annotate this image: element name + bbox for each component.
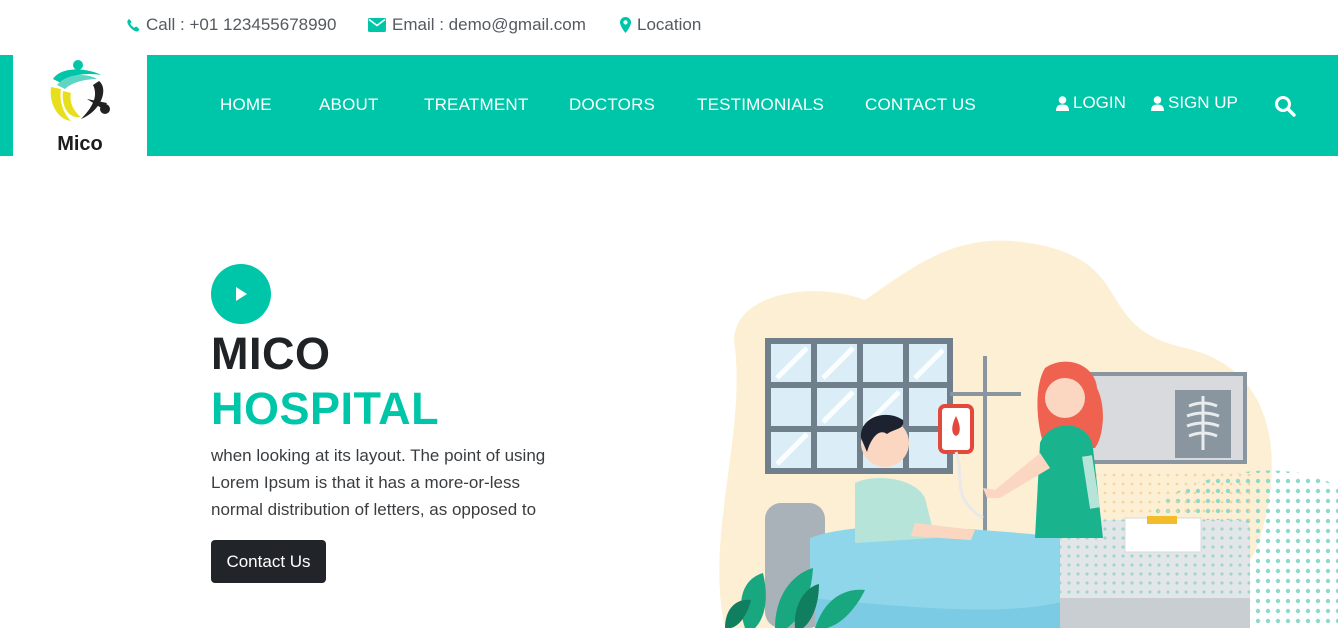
hero-description: when looking at its layout. The point of… <box>211 442 581 523</box>
user-icon <box>1151 95 1164 111</box>
hero-text-line: Lorem Ipsum is that it has a more-or-les… <box>211 473 520 492</box>
nav-item-treatment[interactable]: TREATMENT <box>424 95 528 115</box>
user-icon <box>1056 95 1069 111</box>
envelope-icon <box>368 18 386 32</box>
brand-name: Mico <box>57 133 103 155</box>
nav-item-contact-us[interactable]: CONTACT US <box>865 95 976 115</box>
hospital-illustration <box>719 240 1338 628</box>
hero-text-line: normal distribution of letters, as oppos… <box>211 500 537 519</box>
contact-bar: Call : +01 123455678990 Email : demo@gma… <box>0 0 1338 55</box>
brand[interactable]: Mico <box>13 55 147 156</box>
signup-link[interactable]: SIGN UP <box>1151 93 1238 113</box>
nav-item-home[interactable]: HOME <box>220 95 272 115</box>
hero-text-line: when looking at its layout. The point of… <box>211 446 546 465</box>
signup-label: SIGN UP <box>1168 93 1238 112</box>
main-navbar: Mico HOME ABOUT TREATMENT DOCTORS TESTIM… <box>0 55 1338 156</box>
play-icon <box>236 287 247 301</box>
nav-item-doctors[interactable]: DOCTORS <box>569 95 655 115</box>
contact-us-button[interactable]: Contact Us <box>211 540 326 583</box>
map-marker-icon <box>620 17 631 33</box>
hero-title-accent: HOSPITAL <box>211 383 440 434</box>
login-link[interactable]: LOGIN <box>1056 93 1126 113</box>
search-icon[interactable] <box>1274 95 1296 117</box>
location-text: Location <box>637 15 702 34</box>
location-info[interactable]: Location <box>620 15 701 35</box>
call-info[interactable]: Call : +01 123455678990 <box>126 15 336 35</box>
call-text: Call : +01 123455678990 <box>146 15 337 34</box>
email-text: Email : demo@gmail.com <box>392 15 586 34</box>
nav-item-about[interactable]: ABOUT <box>319 95 379 115</box>
brand-logo-icon <box>50 60 110 121</box>
email-info[interactable]: Email : demo@gmail.com <box>368 15 586 35</box>
phone-icon <box>127 18 140 32</box>
login-label: LOGIN <box>1073 93 1126 112</box>
play-video-button[interactable] <box>211 264 271 324</box>
hero-title-primary: MICO <box>211 328 331 379</box>
nav-item-testimonials[interactable]: TESTIMONIALS <box>697 95 824 115</box>
